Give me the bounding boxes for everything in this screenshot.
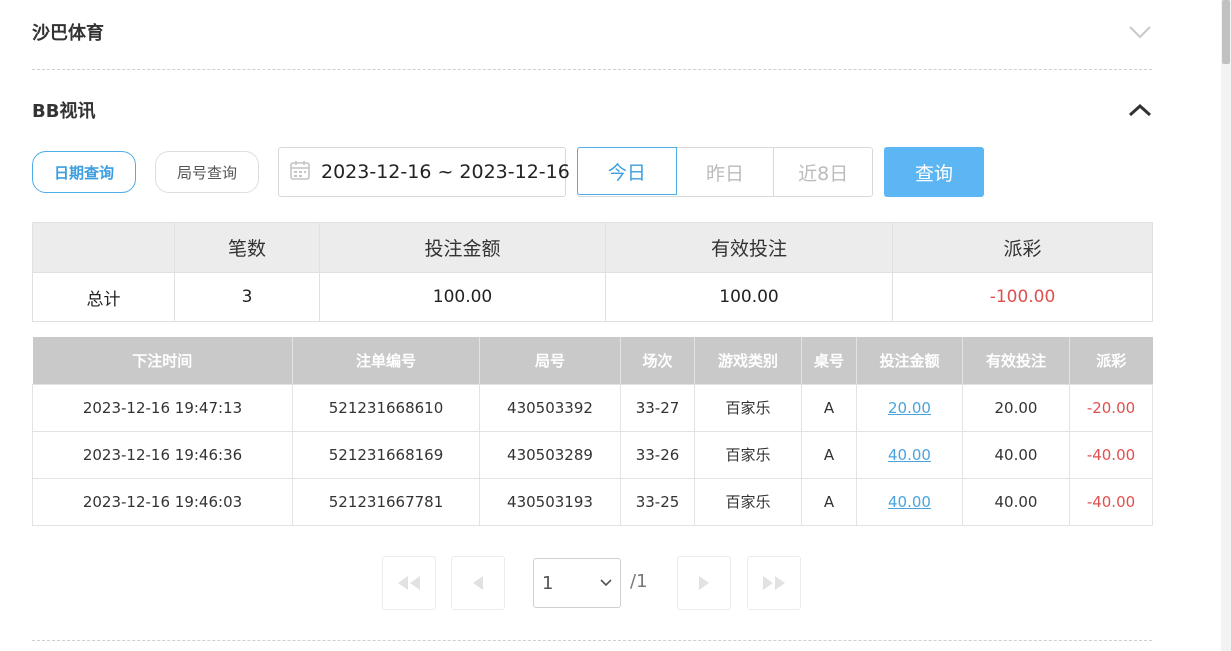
page-total: /1 <box>630 571 648 592</box>
round-no: 430503289 <box>479 430 621 479</box>
table-no: A <box>801 477 857 526</box>
summary-header-count: 笔数 <box>174 222 320 273</box>
summary-total-row: 总计 3 100.00 100.00 -100.00 <box>32 272 1153 322</box>
session: 33-25 <box>620 477 695 526</box>
query-button[interactable]: 查询 <box>884 147 984 197</box>
calendar-icon <box>289 159 311 185</box>
range-yesterday-button[interactable]: 昨日 <box>677 148 775 196</box>
summary-count: 3 <box>174 272 320 322</box>
valid-bet: 40.00 <box>962 477 1070 526</box>
table-no: A <box>801 430 857 479</box>
bet-detail-table: 下注时间 注单编号 局号 场次 游戏类别 桌号 投注金额 有效投注 派彩 202… <box>32 337 1153 526</box>
summary-header-valid: 有效投注 <box>605 222 893 273</box>
section-title: BB视讯 <box>32 101 96 122</box>
page-select-value: 1 <box>542 572 554 594</box>
range-today-button[interactable]: 今日 <box>577 147 677 195</box>
section-divider <box>32 69 1152 70</box>
summary-label: 总计 <box>32 272 175 322</box>
date-query-tab[interactable]: 日期查询 <box>32 151 136 193</box>
payout: -20.00 <box>1069 383 1153 432</box>
valid-bet: 20.00 <box>962 383 1070 432</box>
section-header-shaba[interactable]: 沙巴体育 <box>32 20 1152 44</box>
table-no: A <box>801 383 857 432</box>
header-valid-bet: 有效投注 <box>962 337 1070 384</box>
game-type: 百家乐 <box>694 430 802 479</box>
chevron-down-icon[interactable] <box>1128 20 1152 44</box>
table-row: 2023-12-16 19:46:36 521231668169 4305032… <box>32 430 1153 479</box>
last-page-button[interactable] <box>747 556 801 610</box>
summary-payout: -100.00 <box>892 272 1153 322</box>
summary-header-bet: 投注金额 <box>319 222 606 273</box>
bet-amount-link[interactable]: 40.00 <box>888 446 931 464</box>
game-type: 百家乐 <box>694 477 802 526</box>
chevron-left-icon <box>473 576 483 590</box>
quick-range-group: 今日 昨日 近8日 <box>577 147 873 197</box>
session: 33-27 <box>620 383 695 432</box>
header-bet-amount: 投注金额 <box>856 337 963 384</box>
table-row: 2023-12-16 19:46:03 521231667781 4305031… <box>32 477 1153 526</box>
bet-time: 2023-12-16 19:46:03 <box>32 477 293 526</box>
game-type: 百家乐 <box>694 383 802 432</box>
chevron-down-icon <box>600 579 612 587</box>
bet-time: 2023-12-16 19:47:13 <box>32 383 293 432</box>
double-chevron-left-icon <box>398 576 420 590</box>
order-no: 521231668169 <box>292 430 480 479</box>
page-select[interactable]: 1 <box>533 558 621 608</box>
summary-table: 笔数 投注金额 有效投注 派彩 总计 3 100.00 100.00 -100.… <box>32 222 1153 322</box>
order-no: 521231667781 <box>292 477 480 526</box>
scrollbar-thumb[interactable] <box>1222 0 1230 64</box>
header-payout: 派彩 <box>1069 337 1153 384</box>
first-page-button[interactable] <box>382 556 436 610</box>
next-page-button[interactable] <box>677 556 731 610</box>
payout: -40.00 <box>1069 430 1153 479</box>
double-chevron-right-icon <box>763 576 785 590</box>
section-divider <box>32 640 1152 641</box>
section-header-bb[interactable]: BB视讯 <box>32 98 1152 122</box>
session: 33-26 <box>620 430 695 479</box>
chevron-right-icon <box>699 576 709 590</box>
scrollbar[interactable] <box>1221 0 1231 651</box>
payout: -40.00 <box>1069 477 1153 526</box>
header-game-type: 游戏类别 <box>694 337 802 384</box>
round-no: 430503392 <box>479 383 621 432</box>
summary-valid: 100.00 <box>605 272 893 322</box>
prev-page-button[interactable] <box>451 556 505 610</box>
table-row: 2023-12-16 19:47:13 521231668610 4305033… <box>32 383 1153 432</box>
summary-header-row: 笔数 投注金额 有效投注 派彩 <box>32 222 1153 273</box>
header-session: 场次 <box>620 337 695 384</box>
summary-header-blank <box>32 222 175 273</box>
header-table-no: 桌号 <box>801 337 857 384</box>
date-range-picker[interactable]: 2023-12-16 ~ 2023-12-16 <box>278 147 570 197</box>
range-last8days-button[interactable]: 近8日 <box>774 148 872 196</box>
chevron-up-icon[interactable] <box>1128 98 1152 122</box>
bet-time: 2023-12-16 19:46:36 <box>32 430 293 479</box>
detail-header-row: 下注时间 注单编号 局号 场次 游戏类别 桌号 投注金额 有效投注 派彩 <box>32 337 1153 384</box>
header-round-no: 局号 <box>479 337 621 384</box>
header-order-no: 注单编号 <box>292 337 480 384</box>
round-no: 430503193 <box>479 477 621 526</box>
summary-header-payout: 派彩 <box>892 222 1153 273</box>
summary-bet: 100.00 <box>319 272 606 322</box>
header-bet-time: 下注时间 <box>32 337 293 384</box>
round-query-tab[interactable]: 局号查询 <box>155 151 259 193</box>
order-no: 521231668610 <box>292 383 480 432</box>
bet-amount-link[interactable]: 20.00 <box>888 399 931 417</box>
section-title: 沙巴体育 <box>32 23 104 44</box>
date-range-value: 2023-12-16 ~ 2023-12-16 <box>321 161 570 183</box>
valid-bet: 40.00 <box>962 430 1070 479</box>
bet-amount-link[interactable]: 40.00 <box>888 493 931 511</box>
